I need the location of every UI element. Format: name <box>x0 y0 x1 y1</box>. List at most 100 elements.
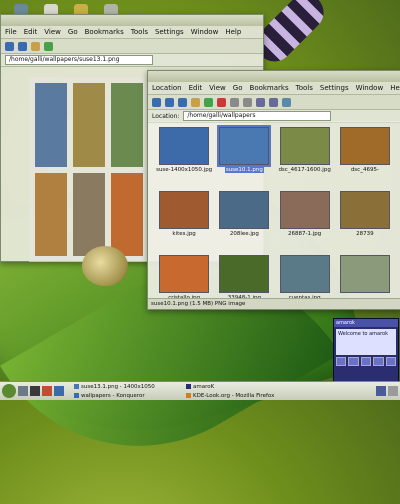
front_window-menu-tools[interactable]: Tools <box>296 84 313 92</box>
location-input[interactable]: /home/galli/wallpapers <box>183 111 332 121</box>
thumbnail-image <box>159 255 210 293</box>
back_window-menu-window[interactable]: Window <box>191 28 219 36</box>
back_window-menu-edit[interactable]: Edit <box>24 28 38 36</box>
systray-icon[interactable] <box>388 386 398 396</box>
thumbnail-image <box>217 125 272 167</box>
play-icon[interactable] <box>348 357 359 366</box>
back-thumb[interactable] <box>111 83 143 167</box>
copy-icon[interactable] <box>230 97 239 107</box>
zoom-in-icon[interactable] <box>256 97 265 107</box>
amarok-title[interactable]: amarok <box>334 319 398 327</box>
thumbnail-item[interactable]: 208lee.jpg <box>214 189 274 253</box>
thumbnail-item[interactable]: suse10.1.png <box>214 125 274 189</box>
thumbnail-caption: suse-1400x1050.jpg <box>156 167 213 173</box>
reload-icon[interactable] <box>204 97 213 107</box>
up-icon[interactable] <box>152 97 161 107</box>
thumbnail-item[interactable]: dsc_4617-1600.jpg <box>275 125 335 189</box>
task-firefox[interactable]: KDE-Look.org - Mozilla Firefox <box>184 392 304 400</box>
thumbnail-image <box>159 191 210 229</box>
front_window-menu-location[interactable]: Location <box>152 84 182 92</box>
forward-icon[interactable] <box>18 41 27 51</box>
back-location-input[interactable]: /home/galli/wallpapers/suse13.1.png <box>5 55 153 65</box>
front-window-titlebar[interactable] <box>148 71 400 82</box>
systray-icon[interactable] <box>376 386 386 396</box>
back_window-menu-file[interactable]: File <box>5 28 17 36</box>
thumbnail-item[interactable]: 28739 <box>335 189 395 253</box>
thumbnail-item[interactable]: cristallo.jpg <box>154 253 214 299</box>
front_window-menu-bookmarks[interactable]: Bookmarks <box>250 84 289 92</box>
front_window-menu-go[interactable]: Go <box>233 84 243 92</box>
front-window-toolbar <box>148 95 400 110</box>
back-icon[interactable] <box>165 97 174 107</box>
front-window[interactable]: Location Edit View Go Bookmarks Tools Settings… <box>147 70 400 310</box>
back-thumb[interactable] <box>111 172 143 256</box>
quicklaunch-icon[interactable] <box>42 386 52 396</box>
back-thumb[interactable] <box>35 83 67 167</box>
previous-icon[interactable] <box>336 357 347 366</box>
thumbnail-caption: dsc_4617-1600.jpg <box>278 167 331 173</box>
home-icon[interactable] <box>31 41 40 51</box>
thumbnail-item[interactable]: kites.jpg <box>154 189 214 253</box>
amarok-player[interactable]: amarok Welcome to amarok <box>333 318 399 382</box>
home-icon[interactable] <box>191 97 200 107</box>
kmenu-icon[interactable] <box>2 384 16 398</box>
back-window-location-bar: /home/galli/wallpapers/suse13.1.png <box>1 54 263 67</box>
amarok-display: Welcome to amarok <box>336 329 396 355</box>
back-window-titlebar[interactable] <box>1 15 263 26</box>
thumbnail-item[interactable]: dsc_4695- <box>335 125 395 189</box>
zoom-out-icon[interactable] <box>269 97 278 107</box>
back_window-menu-tools[interactable]: Tools <box>131 28 148 36</box>
task-konqueror[interactable]: wallpapers - Konqueror <box>72 392 182 400</box>
thumbnail-image <box>219 255 270 293</box>
pause-icon[interactable] <box>360 357 372 366</box>
quicklaunch-icon[interactable] <box>30 386 40 396</box>
image-icon <box>74 384 79 389</box>
back_window-menu-view[interactable]: View <box>44 28 61 36</box>
dragonfly-head <box>82 246 128 286</box>
thumbnail-image <box>219 191 270 229</box>
back-icon[interactable] <box>5 41 14 51</box>
forward-icon[interactable] <box>178 97 187 107</box>
front_window-menu-window[interactable]: Window <box>356 84 384 92</box>
task-suse-image[interactable]: suse13.1.png - 1400x1050 <box>72 383 182 391</box>
task-label: KDE-Look.org - Mozilla Firefox <box>193 392 275 399</box>
konqueror-icon <box>74 393 79 398</box>
back-thumb[interactable] <box>35 172 67 256</box>
task-label: wallpapers - Konqueror <box>81 392 145 399</box>
task-amarok[interactable]: amaroK <box>184 383 304 391</box>
next-icon[interactable] <box>385 357 397 366</box>
thumbnail-item[interactable] <box>335 253 395 299</box>
stop-icon[interactable] <box>373 357 384 366</box>
front_window-menu-edit[interactable]: Edit <box>189 84 203 92</box>
thumbnail-grid: suse-1400x1050.jpg suse10.1.png dsc_4617-1… <box>148 121 400 299</box>
thumbnail-image <box>279 191 330 229</box>
thumbnail-item[interactable]: cuentas.jpg <box>275 253 335 299</box>
thumbnail-item[interactable]: 26887-1.jpg <box>275 189 335 253</box>
thumbnail-image <box>279 255 330 293</box>
front_window-menu-help[interactable]: Help <box>390 84 400 92</box>
thumbnail-caption: 208lee.jpg <box>229 231 259 237</box>
back_window-menu-settings[interactable]: Settings <box>155 28 184 36</box>
quicklaunch-icon[interactable] <box>18 386 28 396</box>
back-thumb[interactable] <box>73 172 105 256</box>
quicklaunch-icon[interactable] <box>54 386 64 396</box>
back_window-menu-bookmarks[interactable]: Bookmarks <box>85 28 124 36</box>
view-mode-icon[interactable] <box>282 97 291 107</box>
thumbnail-caption: kites.jpg <box>172 231 196 237</box>
reload-icon[interactable] <box>44 41 53 51</box>
back-window-content <box>29 77 149 262</box>
back_window-menu-go[interactable]: Go <box>68 28 78 36</box>
thumbnail-item[interactable]: 33948-1.jpg <box>214 253 274 299</box>
front_window-menu-settings[interactable]: Settings <box>320 84 349 92</box>
taskbar: suse13.1.png - 1400x1050 wallpapers - Ko… <box>0 381 400 400</box>
thumbnail-item[interactable]: suse-1400x1050.jpg <box>154 125 214 189</box>
thumbnail-caption: 28739 <box>356 231 374 237</box>
thumbnail-caption: dsc_4695- <box>350 167 379 173</box>
back_window-menu-help[interactable]: Help <box>225 28 241 36</box>
thumbnail-caption: 26887-1.jpg <box>288 231 322 237</box>
front_window-menu-view[interactable]: View <box>209 84 226 92</box>
back-thumb[interactable] <box>73 83 105 167</box>
back-window-toolbar <box>1 39 263 54</box>
paste-icon[interactable] <box>243 97 252 107</box>
stop-icon[interactable] <box>217 97 226 107</box>
